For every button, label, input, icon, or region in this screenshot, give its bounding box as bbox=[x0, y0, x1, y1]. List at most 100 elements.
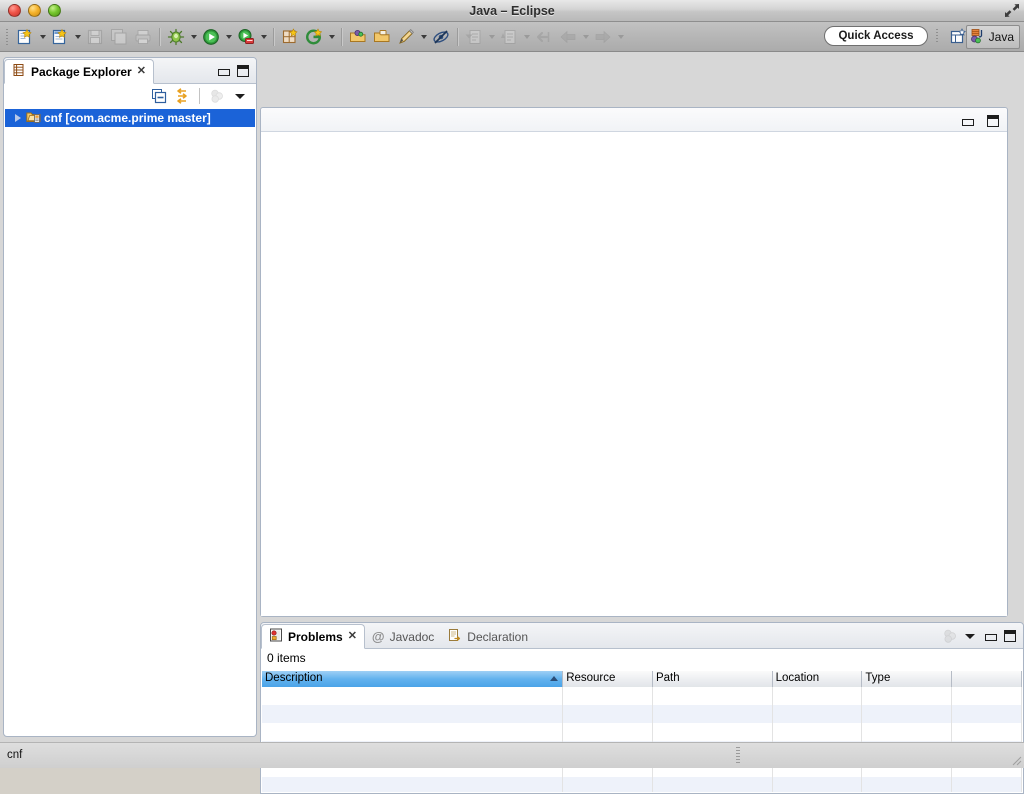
tab-declaration[interactable]: Declaration bbox=[441, 624, 535, 649]
package-explorer-tree[interactable]: cnf [com.acme.prime master] bbox=[5, 109, 255, 735]
maximize-icon[interactable] bbox=[234, 62, 252, 80]
open-task-icon[interactable] bbox=[370, 25, 394, 49]
java-perspective-icon bbox=[970, 28, 986, 47]
next-annotation-icon bbox=[462, 25, 486, 49]
toggle-mark-occurrences-icon[interactable] bbox=[429, 25, 453, 49]
run-icon[interactable] bbox=[199, 25, 223, 49]
run-dropdown[interactable] bbox=[223, 25, 234, 49]
main-toolbar: Quick Access Java bbox=[0, 22, 1024, 52]
table-row[interactable] bbox=[262, 777, 1022, 792]
problems-part-controls bbox=[941, 627, 1019, 645]
debug-dropdown[interactable] bbox=[188, 25, 199, 49]
forward-icon bbox=[591, 25, 615, 49]
new-class-green-dropdown[interactable] bbox=[326, 25, 337, 49]
table-row[interactable] bbox=[262, 705, 1022, 723]
package-explorer-icon bbox=[12, 63, 26, 80]
table-row[interactable] bbox=[262, 687, 1022, 705]
fullscreen-arrows-icon[interactable] bbox=[1003, 2, 1021, 19]
column-header-description[interactable]: Description bbox=[262, 671, 564, 687]
maximize-icon[interactable] bbox=[1001, 627, 1019, 645]
package-explorer-toolbar bbox=[4, 84, 256, 108]
column-header-resource[interactable]: Resource bbox=[563, 671, 653, 687]
window-title: Java – Eclipse bbox=[469, 4, 555, 18]
maximize-icon[interactable] bbox=[984, 112, 1002, 130]
package-explorer-tabrow: Package Explorer ✕ bbox=[4, 58, 256, 84]
new-wizard-dropdown[interactable] bbox=[37, 25, 48, 49]
java-project-repo-icon bbox=[26, 109, 41, 127]
problems-icon bbox=[269, 628, 283, 645]
new-java-class-dropdown[interactable] bbox=[72, 25, 83, 49]
minimize-icon[interactable] bbox=[958, 112, 976, 130]
editor-canvas-empty[interactable] bbox=[261, 132, 1007, 616]
perspective-java-label: Java bbox=[988, 30, 1014, 44]
new-wizard-icon[interactable] bbox=[13, 25, 37, 49]
back-dropdown bbox=[580, 25, 591, 49]
editor-area-controls bbox=[958, 112, 1002, 130]
quick-access-input[interactable]: Quick Access bbox=[824, 26, 928, 46]
external-tools-icon[interactable] bbox=[234, 25, 258, 49]
tree-item-project[interactable]: cnf [com.acme.prime master] bbox=[5, 109, 255, 127]
tab-label: Package Explorer bbox=[31, 64, 132, 79]
perspective-grip[interactable] bbox=[934, 28, 940, 45]
print-icon bbox=[131, 25, 155, 49]
problems-table-body[interactable] bbox=[262, 687, 1022, 792]
status-bar: cnf bbox=[0, 742, 1024, 768]
annotation-pencil-icon[interactable] bbox=[394, 25, 418, 49]
editor-tabrow bbox=[261, 108, 1007, 132]
toolbar-separator bbox=[199, 88, 200, 104]
view-menu-icon[interactable] bbox=[230, 86, 250, 106]
tab-problems[interactable]: Problems ✕ bbox=[261, 624, 365, 649]
tab-label: Declaration bbox=[467, 629, 528, 644]
minimize-icon[interactable] bbox=[214, 62, 232, 80]
tab-label: Problems bbox=[288, 629, 343, 644]
problems-tabrow: Problems ✕ @ Javadoc Declaration bbox=[261, 623, 1023, 649]
last-edit-location-icon bbox=[532, 25, 556, 49]
problems-table-header: Description Resource Path Location Type bbox=[262, 671, 1022, 687]
status-bar-text: cnf bbox=[7, 749, 23, 761]
previous-annotation-dropdown bbox=[521, 25, 532, 49]
link-with-editor-icon[interactable] bbox=[172, 86, 192, 106]
previous-annotation-icon bbox=[497, 25, 521, 49]
save-icon bbox=[83, 25, 107, 49]
tab-javadoc[interactable]: @ Javadoc bbox=[365, 624, 441, 649]
save-all-icon bbox=[107, 25, 131, 49]
next-annotation-dropdown bbox=[486, 25, 497, 49]
new-class-green-icon[interactable] bbox=[302, 25, 326, 49]
annotation-dropdown[interactable] bbox=[418, 25, 429, 49]
tab-close-icon[interactable]: ✕ bbox=[348, 631, 357, 642]
toolbar-grip[interactable] bbox=[4, 26, 11, 48]
toolbar-separator bbox=[159, 27, 160, 46]
eclipse-window: Java – Eclipse Quick Access Java Package… bbox=[0, 0, 1024, 794]
external-tools-dropdown[interactable] bbox=[258, 25, 269, 49]
toolbar-separator bbox=[341, 27, 342, 46]
resize-corner-icon[interactable] bbox=[1009, 753, 1023, 767]
window-titlebar: Java – Eclipse bbox=[0, 0, 1024, 22]
package-explorer-view: Package Explorer ✕ cnf [com.acme.prime m… bbox=[3, 57, 257, 737]
new-java-class-icon[interactable] bbox=[48, 25, 72, 49]
problems-items-count: 0 items bbox=[267, 651, 306, 665]
table-row[interactable] bbox=[262, 723, 1022, 741]
view-filter-icon bbox=[207, 86, 227, 106]
open-type-icon[interactable] bbox=[346, 25, 370, 49]
javadoc-at-icon: @ bbox=[371, 629, 385, 644]
column-header-location[interactable]: Location bbox=[772, 671, 863, 687]
column-header-path[interactable]: Path bbox=[652, 671, 773, 687]
editor-area bbox=[260, 107, 1008, 617]
status-grip[interactable] bbox=[736, 747, 740, 765]
expand-twisty-icon[interactable] bbox=[15, 114, 21, 122]
tree-item-label: cnf [com.acme.prime master] bbox=[44, 111, 211, 125]
minimize-icon[interactable] bbox=[981, 627, 999, 645]
package-explorer-part-controls bbox=[214, 62, 252, 80]
debug-icon[interactable] bbox=[164, 25, 188, 49]
tab-close-icon[interactable]: ✕ bbox=[137, 66, 146, 77]
perspective-java-button[interactable]: Java bbox=[965, 25, 1020, 49]
column-header-filler[interactable] bbox=[952, 671, 1022, 687]
column-header-type[interactable]: Type bbox=[862, 671, 953, 687]
workbench: Package Explorer ✕ cnf [com.acme.prime m… bbox=[0, 52, 1024, 794]
collapse-all-icon[interactable] bbox=[149, 86, 169, 106]
new-package-icon[interactable] bbox=[278, 25, 302, 49]
problems-view: Problems ✕ @ Javadoc Declaration 0 items… bbox=[260, 622, 1024, 794]
tab-package-explorer[interactable]: Package Explorer ✕ bbox=[4, 59, 154, 84]
view-menu-icon[interactable] bbox=[961, 627, 979, 645]
declaration-icon bbox=[448, 628, 462, 645]
